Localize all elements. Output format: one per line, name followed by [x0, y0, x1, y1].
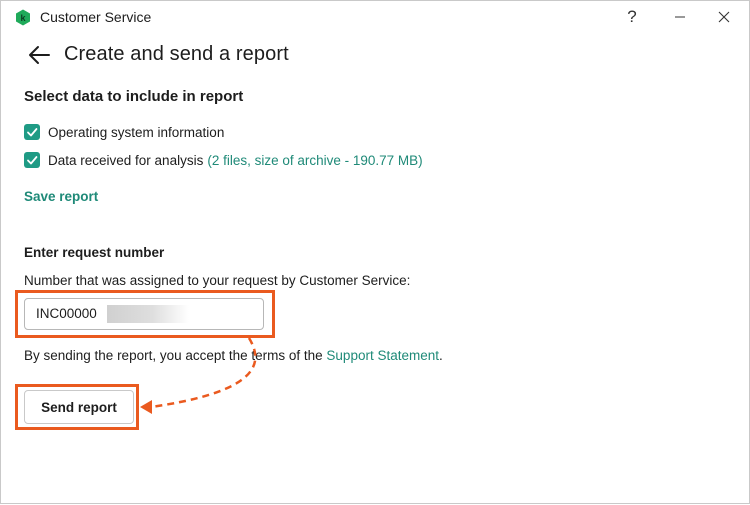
checkbox-row-os-info[interactable]: Operating system information — [24, 124, 224, 140]
request-number-input[interactable]: INC00000 — [24, 298, 264, 330]
close-icon — [718, 11, 730, 23]
title-bar: k Customer Service ? — [1, 1, 749, 33]
request-number-description: Number that was assigned to your request… — [24, 273, 411, 288]
os-info-checkbox[interactable] — [24, 124, 40, 140]
data-section-title: Select data to include in report — [24, 88, 244, 105]
checkbox-row-analysis-data[interactable]: Data received for analysis (2 files, size… — [24, 152, 423, 168]
window-title: Customer Service — [40, 9, 152, 25]
archive-size-detail: (2 files, size of archive - 190.77 MB) — [207, 152, 423, 168]
analysis-data-label: Data received for analysis (2 files, size… — [48, 152, 423, 168]
help-icon: ? — [627, 7, 637, 26]
analysis-data-checkbox[interactable] — [24, 152, 40, 168]
os-info-label: Operating system information — [48, 124, 225, 140]
page-title: Create and send a report — [64, 43, 289, 65]
minimize-button[interactable] — [657, 1, 703, 33]
checkmark-icon — [27, 156, 38, 165]
save-report-link[interactable]: Save report — [24, 189, 98, 204]
request-number-value: INC00000 — [36, 306, 97, 321]
close-button[interactable] — [701, 1, 747, 33]
back-arrow-icon[interactable] — [27, 44, 51, 66]
terms-text: By sending the report, you accept the te… — [24, 348, 443, 363]
minimize-icon — [675, 16, 685, 18]
checkmark-icon — [27, 128, 38, 137]
support-statement-link[interactable]: Support Statement — [326, 348, 439, 363]
request-number-title: Enter request number — [24, 245, 165, 260]
app-window: k Customer Service ? Create and send a r… — [0, 0, 750, 504]
send-report-button[interactable]: Send report — [24, 390, 134, 424]
redacted-region — [107, 305, 189, 323]
help-button[interactable]: ? — [609, 1, 655, 33]
app-logo-icon: k — [16, 9, 30, 26]
